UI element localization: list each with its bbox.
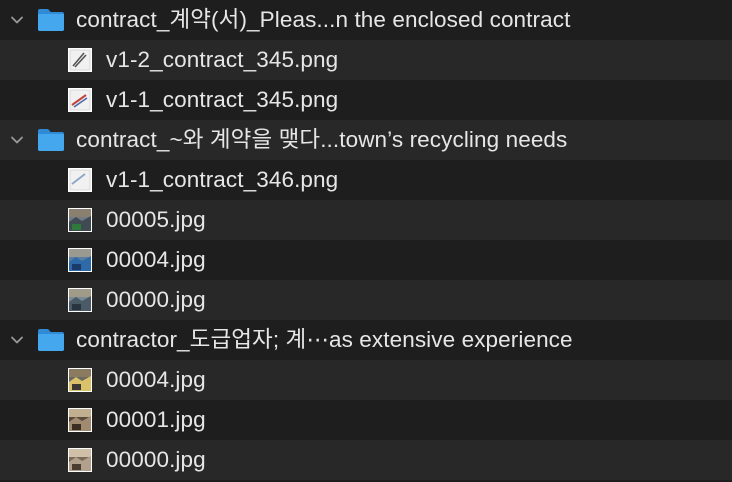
photo-thumbnail-icon [66,366,94,394]
file-row[interactable]: 00005.jpg [0,200,732,240]
chevron-down-icon[interactable] [8,331,26,349]
photo-thumbnail-icon [66,446,94,474]
file-row[interactable]: 00001.jpg [0,400,732,440]
photo-thumbnail-icon [66,406,94,434]
photo-thumbnail-icon [66,286,94,314]
folder-row[interactable]: contract_~와 계약을 맺다...town’s recycling ne… [0,120,732,160]
file-name: v1-2_contract_345.png [106,47,339,72]
file-name: 00000.jpg [106,447,206,472]
folder-name: contract_~와 계약을 맺다...town’s recycling ne… [76,127,568,152]
photo-thumbnail-icon [66,206,94,234]
photo-thumbnail-icon [66,246,94,274]
file-row[interactable]: 00004.jpg [0,240,732,280]
folder-icon [36,127,66,153]
file-name: 00004.jpg [106,367,206,392]
folder-name: contractor_도급업자; 계⋯as extensive experien… [76,327,573,352]
file-name: v1-1_contract_345.png [106,87,339,112]
file-row[interactable]: v1-1_contract_346.png [0,160,732,200]
file-row[interactable]: v1-2_contract_345.png [0,40,732,80]
file-name: 00004.jpg [106,247,206,272]
document-thumbnail-icon [66,46,94,74]
file-tree: contract_계약(서)_Pleas...n the enclosed co… [0,0,732,482]
file-row[interactable]: 00004.jpg [0,360,732,400]
folder-name: contract_계약(서)_Pleas...n the enclosed co… [76,7,571,32]
file-row[interactable]: v1-1_contract_345.png [0,80,732,120]
file-name: v1-1_contract_346.png [106,167,339,192]
chevron-down-icon[interactable] [8,131,26,149]
folder-row[interactable]: contractor_도급업자; 계⋯as extensive experien… [0,320,732,360]
file-row[interactable]: 00000.jpg [0,440,732,480]
document-thumbnail-icon [66,86,94,114]
file-name: 00000.jpg [106,287,206,312]
file-name: 00001.jpg [106,407,206,432]
folder-icon [36,7,66,33]
document-thumbnail-icon [66,166,94,194]
folder-icon [36,327,66,353]
file-name: 00005.jpg [106,207,206,232]
folder-row[interactable]: contract_계약(서)_Pleas...n the enclosed co… [0,0,732,40]
chevron-down-icon[interactable] [8,11,26,29]
file-row[interactable]: 00000.jpg [0,280,732,320]
